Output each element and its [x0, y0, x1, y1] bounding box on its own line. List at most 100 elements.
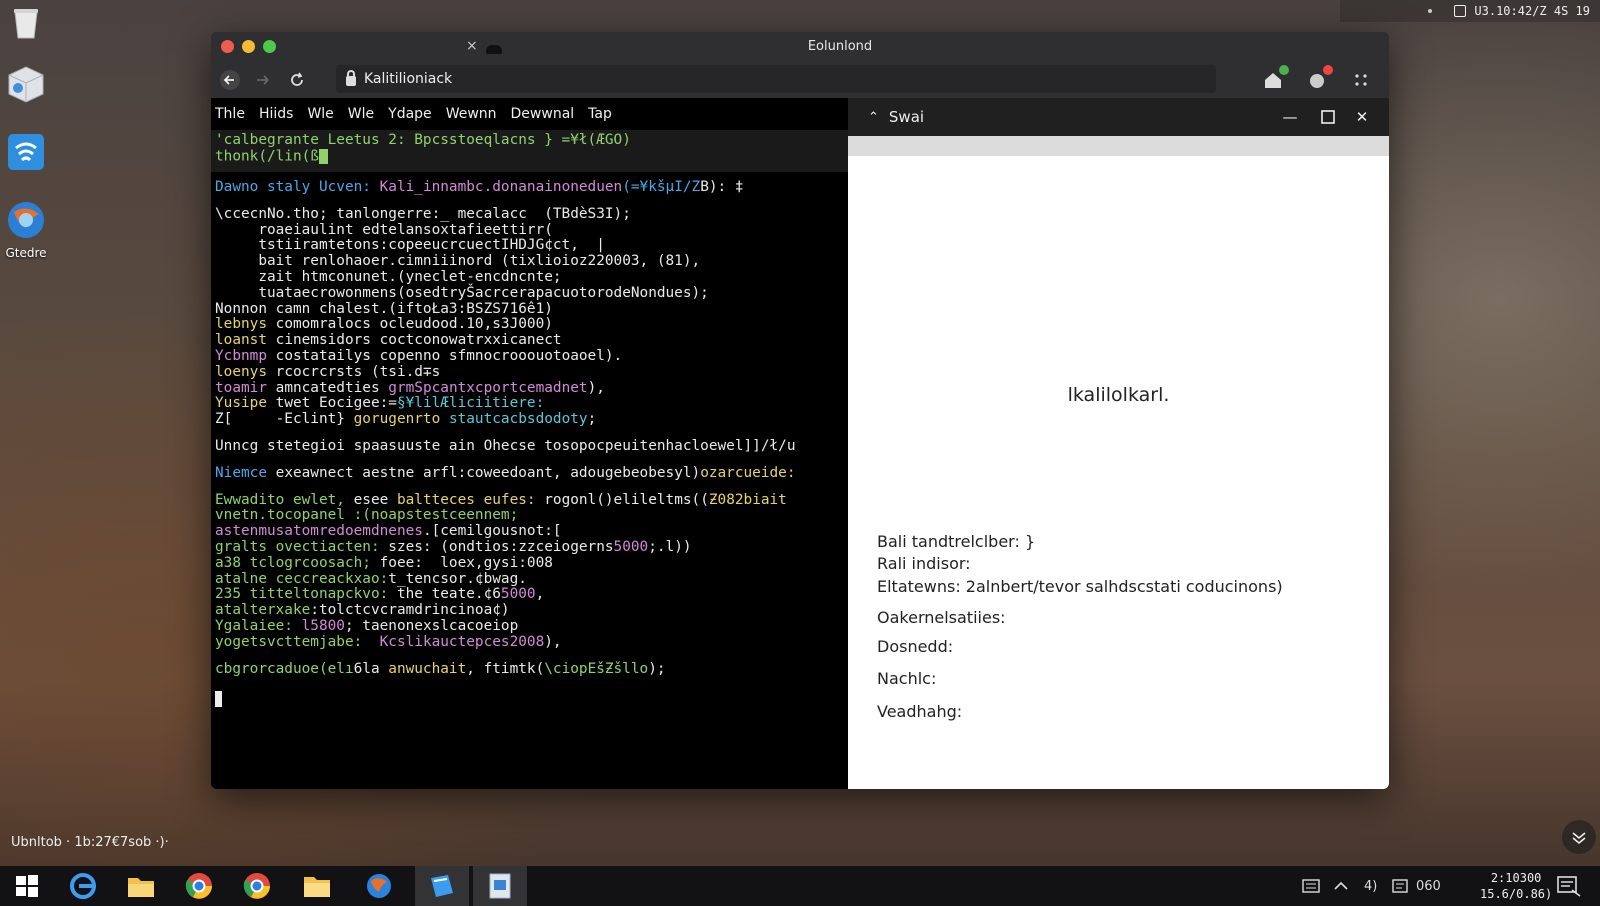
- taskbar-time: 2:10300: [1490, 871, 1542, 885]
- terminal-line: gralts ovectiacten: szes: (ondtios:zzcei…: [211, 538, 848, 556]
- terminal-header-text: thonk(/lin(ß: [215, 148, 319, 165]
- menu-item[interactable]: Thle: [215, 106, 245, 122]
- notification-badge: [1323, 65, 1333, 75]
- menu-item[interactable]: Dewwnal: [511, 106, 575, 122]
- terminal-text-segment: ; taenonexslcacoeiop: [344, 617, 519, 634]
- terminal-cursor: [318, 148, 328, 164]
- terminal-text-segment: amncatedties: [275, 379, 389, 396]
- terminal-text-segment: .[cemilgousnot:: [422, 523, 553, 540]
- forward-button[interactable]: [249, 66, 277, 94]
- panel-strip: [848, 136, 1389, 156]
- terminal-text-segment: Dawno staly Ucven:: [215, 179, 380, 195]
- terminal-line: \ccecnNo.tho; tanlongerre:_ mecalacc (TB…: [211, 206, 848, 223]
- panel-row: Bali tandtrelclber: }: [877, 532, 1036, 551]
- terminal-text-segment: costatailys copenno sfmnocrooouotoaoel).: [275, 347, 623, 364]
- terminal-text-segment: astenmusatomredoemdnenes: [215, 523, 423, 540]
- terminal-line: a38 tclogrcoosach; foee: loex,gysi:008: [211, 555, 848, 572]
- terminal-input-line[interactable]: [211, 691, 848, 708]
- terminal-text-segment: szes: (ondtios:zzceiogerns: [388, 538, 614, 555]
- address-bar[interactable]: Kalitilioniack: [336, 65, 1216, 93]
- menu-item[interactable]: Wle: [307, 106, 333, 122]
- back-arrow-icon: [220, 70, 240, 90]
- terminal-text-segment: Unncg stetegioi spaasuuste ain Ohecse to…: [215, 437, 796, 454]
- terminal-text-segment: [: [552, 523, 562, 540]
- terminal-text-segment: gorugenrto: [353, 411, 449, 428]
- system-clock[interactable]: U3.10:42/Z 4S 19: [1474, 4, 1590, 18]
- desktop-icon-wifi[interactable]: [4, 133, 48, 175]
- terminal-line: Niemce exeawnect aestne arfl:coweedoant,…: [211, 465, 848, 482]
- tray-notes-icon[interactable]: [1392, 866, 1408, 906]
- terminal-pane[interactable]: Thle Hiids Wle Wle Ydape Wewnn Dewwnal T…: [211, 98, 848, 789]
- desktop-icon-recycle-bin[interactable]: [4, 6, 48, 44]
- terminal-line: astenmusatomredoemdnenes.[cemilgousnot:[: [211, 523, 848, 540]
- window-title: Eolunlond: [807, 39, 873, 54]
- taskbar-app-active-2[interactable]: [473, 866, 527, 906]
- terminal-text-segment: roaeiaulint edtelansoxtafieettirr(: [215, 221, 553, 238]
- menu-item[interactable]: Hiids: [259, 106, 294, 122]
- terminal-text-segment: );: [648, 660, 666, 677]
- maximize-icon: [1321, 110, 1335, 124]
- back-button[interactable]: [216, 66, 244, 94]
- notification-icon: [1557, 876, 1581, 897]
- panel-row: Nachlc:: [877, 669, 937, 688]
- tray-info[interactable]: 060: [1416, 866, 1441, 906]
- terminal-text-segment: bait renlohaoer.cimniiinord (tixlioioz22…: [215, 253, 701, 270]
- tray-keyboard-icon[interactable]: [1302, 866, 1320, 906]
- terminal-cursor: [215, 691, 222, 708]
- taskbar-explorer[interactable]: [290, 866, 344, 906]
- scroll-down-button[interactable]: [1562, 820, 1596, 854]
- collapse-icon[interactable]: ⌃: [868, 110, 879, 125]
- taskbar-app-active-1[interactable]: [415, 866, 469, 906]
- taskbar-files[interactable]: [114, 866, 168, 906]
- panel-maximize-button[interactable]: [1318, 107, 1338, 127]
- terminal-line: tuataecrowonmens(osedtryŠacrcerapacuotor…: [211, 285, 848, 302]
- url-text: Kalitilioniack: [364, 71, 453, 87]
- terminal-text-segment: Ewwadito ewlet,: [215, 491, 354, 508]
- account-extension-button[interactable]: [1305, 65, 1333, 92]
- terminal-line: Nonnon camn chalest.(iftoŁa3:BSZS716ê1): [211, 301, 848, 318]
- desktop-icon-box[interactable]: [4, 64, 48, 108]
- taskbar-edge[interactable]: [56, 866, 110, 906]
- menu-item[interactable]: Ydape: [388, 106, 432, 122]
- taskbar-chrome-2[interactable]: [230, 866, 284, 906]
- panel-minimize-button[interactable]: —: [1280, 107, 1300, 127]
- terminal-text-segment: loenys: [215, 363, 276, 380]
- notification-center-button[interactable]: [1556, 866, 1582, 906]
- menu-item[interactable]: Tap: [588, 106, 612, 122]
- tray-speaker[interactable]: 4): [1364, 866, 1377, 906]
- terminal-text-segment: 5000: [500, 586, 536, 603]
- terminal-text-segment: anwuchait: [388, 660, 467, 677]
- status-dot: [1428, 9, 1433, 13]
- edge-icon: [70, 873, 96, 899]
- terminal-line: Yusipe twet Eocigee:=§¥lilÆliciitiere:: [211, 395, 848, 412]
- taskbar-clock[interactable]: 2:10300 15.6/0.86): [1480, 870, 1552, 902]
- terminal-line: loenys rcocrcrsts (tsi.d∓s: [211, 363, 848, 381]
- terminal-text-segment: 235 titteltonapckvo:: [215, 586, 397, 603]
- terminal-prompt-header: 'calbegrante Leetus 2: Bpcsstoeqlacns } …: [211, 130, 848, 172]
- terminal-text-segment: cbgrorcaduoe(elı: [215, 660, 354, 677]
- terminal-text-segment: ;.l)): [648, 538, 692, 555]
- menu-button[interactable]: [1349, 68, 1373, 92]
- calendar-icon[interactable]: [1454, 5, 1467, 17]
- terminal-line: Dawno staly Ucven: Kali_innambc.donanain…: [211, 179, 848, 196]
- recycle-bin-icon: [14, 9, 38, 39]
- menu-item[interactable]: Wewnn: [446, 106, 497, 122]
- taskbar-globe[interactable]: [352, 866, 406, 906]
- home-extension-button[interactable]: [1261, 65, 1289, 92]
- terminal-text-segment: Z[: [215, 411, 233, 428]
- terminal-text-segment: Kcslikauctepces2008: [379, 633, 545, 650]
- panel-close-button[interactable]: ✕: [1352, 107, 1372, 127]
- menu-item[interactable]: Wle: [348, 106, 374, 122]
- windows-icon: [16, 875, 38, 897]
- terminal-line: Unncg stetegioi spaasuuste ain Ohecse to…: [211, 437, 848, 455]
- terminal-text-segment: grmSpcantxcportcemadnet: [388, 379, 588, 396]
- terminal-text-segment: t_tencsor.¢bwag.: [388, 570, 527, 587]
- reload-button[interactable]: [283, 66, 311, 94]
- tray-chevron-up-icon[interactable]: [1334, 866, 1348, 906]
- desktop-icon-globe[interactable]: Gtedre: [4, 200, 48, 260]
- taskbar-chrome-1[interactable]: [172, 866, 226, 906]
- terminal-text-segment: stautcacbsdodoty: [448, 411, 588, 428]
- terminal-text-segment: baltteces eufes:: [396, 491, 545, 508]
- panel-row: Eltatewns: 2alnbert/tevor salhdscstati c…: [877, 577, 1283, 596]
- start-button[interactable]: [0, 866, 54, 906]
